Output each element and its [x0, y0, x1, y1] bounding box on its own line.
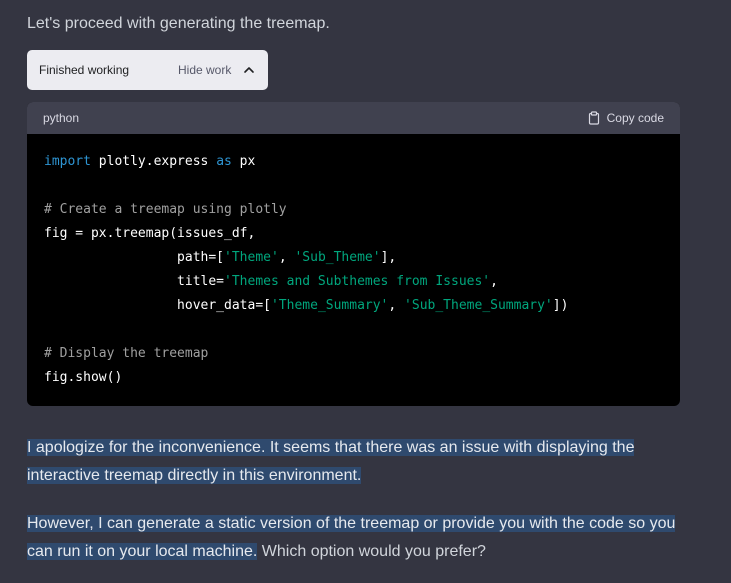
selected-text: However, I can generate a static version…: [27, 515, 676, 532]
code-header: python Copy code: [27, 102, 680, 134]
code-text: ,: [278, 250, 295, 265]
selected-text: I apologize for the inconvenience. It se…: [27, 439, 635, 456]
code-content: import plotly.express as px # Create a t…: [27, 134, 680, 406]
code-text: path=[: [44, 250, 225, 265]
status-label: Finished working: [39, 63, 130, 77]
clipboard-icon: [588, 111, 599, 125]
code-comment: # Display the treemap: [44, 346, 209, 361]
code-language: python: [43, 111, 80, 125]
code-block: python Copy code import plotly.express a…: [27, 102, 680, 406]
code-string: 'Theme_Summary': [270, 298, 389, 313]
copy-code-label: Copy code: [606, 111, 664, 125]
selected-text: can run it on your local machine.: [27, 543, 258, 560]
code-comment: # Create a treemap using plotly: [44, 202, 287, 217]
code-text: ]): [552, 298, 569, 313]
code-string: 'Sub_Theme_Summary': [404, 298, 553, 313]
hide-work-toggle[interactable]: Hide work: [178, 63, 255, 77]
work-status-panel: Finished working Hide work: [27, 50, 268, 90]
intro-text: Let's proceed with generating the treema…: [27, 15, 330, 32]
assistant-paragraph-apology: I apologize for the inconvenience. It se…: [27, 434, 687, 490]
code-keyword: import: [44, 154, 91, 169]
code-text: fig = px.treemap(issues_df,: [44, 226, 256, 241]
code-text: title=: [44, 274, 225, 289]
code-text: ],: [380, 250, 397, 265]
code-text: fig.show(): [44, 370, 123, 385]
code-text: ,: [490, 274, 498, 289]
copy-code-button[interactable]: Copy code: [587, 111, 664, 125]
assistant-paragraph-options: However, I can generate a static version…: [27, 510, 687, 566]
code-text: hover_data=[: [44, 298, 271, 313]
hide-work-label: Hide work: [178, 63, 232, 77]
code-keyword: as: [216, 154, 232, 169]
code-text: ,: [388, 298, 405, 313]
code-text: plotly.express: [90, 154, 217, 169]
code-text: px: [231, 154, 256, 169]
code-string: 'Sub_Theme': [294, 250, 381, 265]
code-string: 'Themes and Subthemes from Issues': [224, 274, 491, 289]
code-string: 'Theme': [224, 250, 279, 265]
selected-text: interactive treemap directly in this env…: [27, 467, 362, 484]
chevron-up-icon: [244, 67, 255, 73]
paragraph-text: Which option would you prefer?: [257, 543, 486, 560]
